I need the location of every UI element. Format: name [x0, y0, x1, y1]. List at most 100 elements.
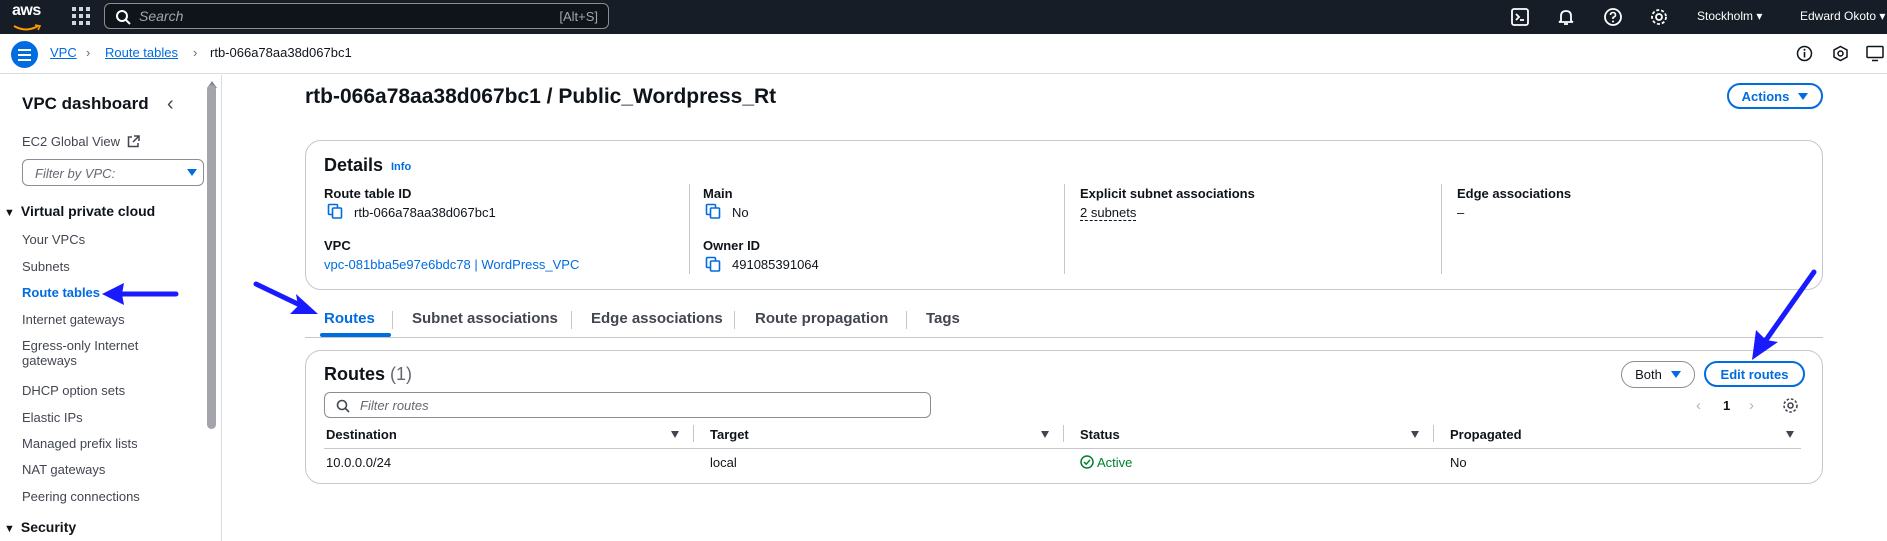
next-page-icon[interactable]: ›	[1749, 397, 1754, 414]
sidebar-item-subnets[interactable]: Subnets	[22, 259, 70, 274]
chevron-right-icon: ›	[193, 45, 198, 60]
tab-route-propagation[interactable]: Route propagation	[755, 310, 888, 327]
column-header-status[interactable]: Status	[1080, 427, 1120, 442]
navigation-menu-button[interactable]	[11, 41, 38, 68]
global-search-input[interactable]: Search [Alt+S]	[104, 3, 609, 29]
divider	[1064, 184, 1065, 274]
vpc-label: VPC	[324, 238, 351, 253]
help-icon[interactable]	[1603, 7, 1623, 27]
sidebar-item-ec2-global-view[interactable]: EC2 Global View	[22, 134, 140, 149]
sidebar-item-internet-gateways[interactable]: Internet gateways	[22, 312, 125, 327]
page-number[interactable]: 1	[1723, 398, 1730, 413]
vpc-link[interactable]: vpc-081bba5e97e6bdc78 | WordPress_VPC	[324, 257, 579, 272]
region-selector[interactable]: Stockholm ▾	[1697, 9, 1762, 23]
sort-caret-icon[interactable]	[671, 431, 679, 438]
column-divider	[1063, 425, 1064, 442]
sidebar-section-security[interactable]: ▼ Security	[4, 519, 76, 535]
sidebar-section-virtual-private-cloud[interactable]: ▼ Virtual private cloud	[4, 203, 155, 219]
explicit-subnet-associations-label: Explicit subnet associations	[1080, 186, 1255, 201]
filter-routes-placeholder: Filter routes	[360, 398, 429, 413]
sidebar-scrollbar[interactable]	[207, 85, 216, 429]
actions-button[interactable]: Actions	[1727, 83, 1823, 109]
aws-logo-text: aws	[12, 2, 41, 19]
sort-caret-icon[interactable]	[1786, 431, 1794, 438]
sidebar-item-elastic-ips[interactable]: Elastic IPs	[22, 410, 83, 425]
sidebar-title[interactable]: VPC dashboard	[22, 94, 149, 114]
services-grid-icon[interactable]	[72, 7, 90, 25]
details-heading: Details	[324, 155, 384, 175]
annotation-arrow-routes-tab	[253, 281, 318, 314]
copy-icon[interactable]	[705, 256, 721, 272]
edge-associations-value: –	[1457, 205, 1465, 220]
sidebar-item-your-vpcs[interactable]: Your VPCs	[22, 232, 85, 247]
explicit-subnet-associations-value[interactable]: 2 subnets	[1080, 205, 1137, 221]
copy-icon[interactable]	[705, 203, 721, 219]
sort-caret-icon[interactable]	[1041, 431, 1049, 438]
sidebar-item-label: gateways	[22, 353, 77, 368]
main-label: Main	[703, 186, 733, 201]
previous-page-icon[interactable]: ‹	[1696, 397, 1701, 414]
column-header-target[interactable]: Target	[710, 427, 749, 442]
display-preferences-icon[interactable]	[1866, 45, 1885, 62]
breadcrumb-current: rtb-066a78aa38d067bc1	[210, 45, 352, 60]
column-divider	[693, 425, 694, 442]
search-placeholder: Search	[139, 8, 184, 24]
breadcrumb-route-tables[interactable]: Route tables	[105, 45, 178, 60]
annotation-arrow-edit-routes	[1752, 269, 1817, 360]
top-navigation-bar: aws Search [Alt+S] Stockholm ▾ Edward Ok…	[0, 0, 1887, 34]
tab-separator	[734, 311, 735, 329]
annotation-arrow-route-tables	[102, 283, 179, 305]
sidebar-item-nat-gateways[interactable]: NAT gateways	[22, 462, 105, 477]
route-propagated: No	[1450, 455, 1467, 470]
sidebar-section-label: Security	[20, 519, 77, 535]
feedback-icon[interactable]	[1832, 45, 1849, 62]
settings-gear-icon[interactable]	[1649, 7, 1669, 27]
notifications-bell-icon[interactable]	[1556, 7, 1576, 27]
divider	[1441, 184, 1442, 274]
sidebar-item-route-tables[interactable]: Route tables	[22, 285, 100, 300]
column-header-propagated[interactable]: Propagated	[1450, 427, 1522, 442]
tab-edge-associations[interactable]: Edge associations	[591, 310, 723, 327]
sort-caret-icon[interactable]	[1411, 431, 1419, 438]
breadcrumb-vpc[interactable]: VPC	[50, 45, 77, 60]
copy-icon[interactable]	[327, 203, 343, 219]
caret-down-icon	[1798, 92, 1809, 100]
propagation-filter-select[interactable]: Both	[1621, 361, 1695, 388]
tab-subnet-associations[interactable]: Subnet associations	[412, 310, 558, 327]
sidebar-item-peering-connections[interactable]: Peering connections	[22, 489, 140, 504]
tab-tags[interactable]: Tags	[926, 310, 960, 327]
routes-count: (1)	[390, 364, 413, 384]
chevron-right-icon: ›	[86, 45, 91, 60]
column-divider	[1433, 425, 1434, 442]
caret-down-icon	[187, 169, 197, 176]
cloudshell-icon[interactable]	[1510, 7, 1530, 27]
breadcrumb-bar: VPC › Route tables › rtb-066a78aa38d067b…	[0, 34, 1887, 74]
page-title: rtb-066a78aa38d067bc1 / Public_Wordpress…	[305, 85, 777, 108]
caret-down-icon: ▼	[4, 207, 15, 219]
sidebar-item-managed-prefix-lists[interactable]: Managed prefix lists	[22, 436, 138, 451]
caret-down-icon	[1670, 371, 1681, 378]
search-icon	[116, 10, 131, 25]
sidebar-section-label: Virtual private cloud	[20, 203, 156, 219]
sidebar-item-egress-only-internet-gateways[interactable]: Egress-only Internet gateways	[22, 338, 138, 368]
sidebar-item-dhcp-option-sets[interactable]: DHCP option sets	[22, 383, 125, 398]
routes-heading: Routes (1)	[324, 364, 412, 385]
actions-label: Actions	[1741, 88, 1790, 104]
filter-routes-input[interactable]: Filter routes	[324, 392, 931, 418]
vpc-filter-select[interactable]: Filter by VPC:	[22, 159, 204, 186]
tab-separator	[906, 311, 907, 329]
details-info-link[interactable]: Info	[391, 161, 411, 173]
close-sidebar-icon[interactable]: ‹	[167, 93, 174, 116]
tab-separator	[392, 311, 393, 329]
route-status: Active	[1080, 455, 1132, 470]
main-value: No	[732, 205, 749, 220]
aws-logo[interactable]: aws	[12, 2, 44, 31]
table-preferences-gear-icon[interactable]	[1782, 397, 1799, 414]
column-header-destination[interactable]: Destination	[326, 427, 397, 442]
caret-down-icon: ▼	[4, 523, 15, 535]
info-icon[interactable]	[1796, 45, 1813, 62]
account-menu[interactable]: Edward Okoto ▾	[1800, 9, 1885, 23]
divider	[689, 184, 690, 274]
tab-separator	[571, 311, 572, 329]
tab-routes[interactable]: Routes	[324, 310, 375, 327]
